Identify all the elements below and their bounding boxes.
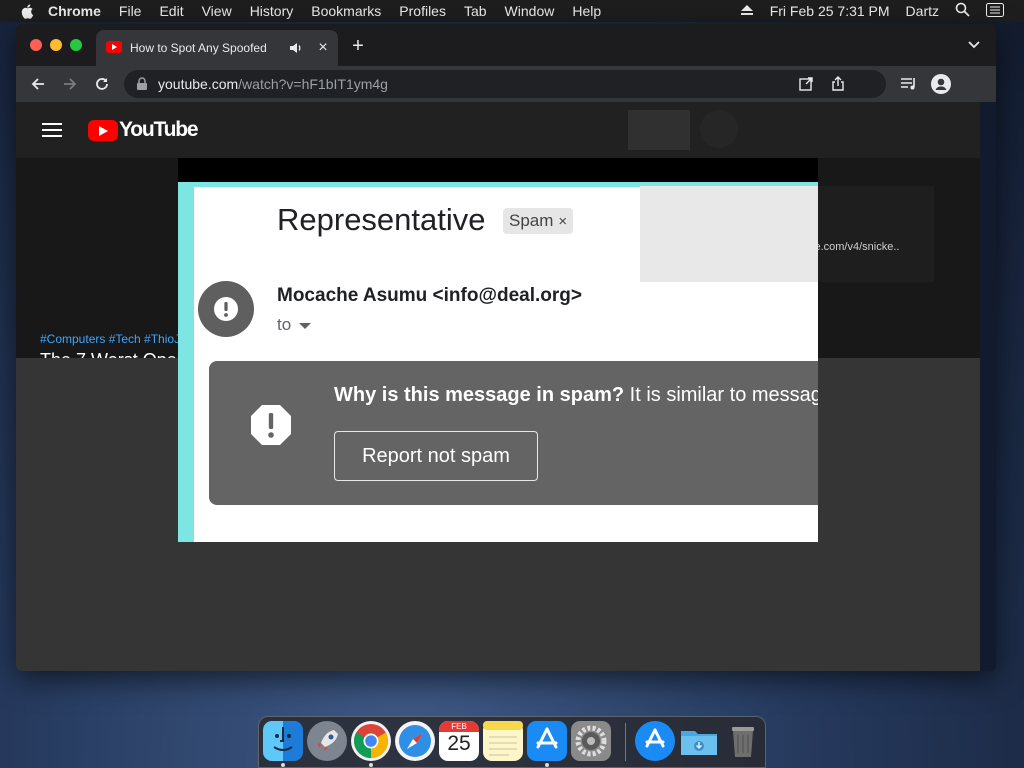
launchpad-rocket-icon[interactable] (307, 721, 347, 761)
window-close-button[interactable] (30, 39, 42, 51)
close-tab-icon[interactable]: × (313, 38, 333, 58)
email-subject: Representative (277, 202, 486, 237)
menu-bookmarks[interactable]: Bookmarks (311, 3, 381, 19)
dock: FEB 25 (258, 716, 766, 768)
url-path: /watch?v=hF1bIT1ym4g (238, 76, 388, 92)
spotlight-search-icon[interactable] (955, 2, 970, 20)
open-in-new-icon[interactable] (798, 76, 814, 92)
chrome-running-indicator (369, 763, 373, 767)
youtube-header: YouTube (16, 102, 980, 158)
system-preferences-gear-icon[interactable] (571, 721, 611, 761)
menu-window[interactable]: Window (505, 3, 555, 19)
dock-separator (625, 723, 626, 761)
new-tab-button[interactable]: + (346, 34, 370, 58)
menu-edit[interactable]: Edit (159, 3, 183, 19)
browser-toolbar: youtube.com/watch?v=hF1bIT1ym4g (16, 66, 996, 102)
finder-running-indicator (281, 763, 285, 767)
header-placeholder (628, 110, 690, 150)
eject-icon[interactable] (740, 3, 754, 19)
finder-icon[interactable] (263, 721, 303, 761)
spam-label-text: Spam (509, 211, 554, 230)
to-label: to (277, 315, 292, 334)
share-icon[interactable] (830, 76, 846, 92)
tab-active[interactable]: How to Spot Any Spoofed × (96, 30, 338, 66)
menu-tab[interactable]: Tab (464, 3, 487, 19)
video-hashtags[interactable]: #Computers #Tech #ThioJ (40, 332, 180, 346)
notes-icon[interactable] (483, 721, 523, 761)
youtube-wordmark[interactable]: YouTube (119, 118, 199, 142)
window-minimize-button[interactable] (50, 39, 62, 51)
reload-icon[interactable] (91, 73, 113, 95)
profile-avatar-icon[interactable] (930, 73, 952, 95)
youtube-logo-icon[interactable] (88, 120, 118, 141)
youtube-favicon-icon (106, 41, 122, 53)
spam-reason: It is similar to messag (624, 384, 818, 406)
chrome-icon[interactable] (351, 721, 391, 761)
menu-help[interactable]: Help (572, 3, 601, 19)
menu-profiles[interactable]: Profiles (399, 3, 446, 19)
back-arrow-icon[interactable] (27, 73, 49, 95)
media-controls-icon[interactable] (898, 73, 920, 95)
menu-history[interactable]: History (250, 3, 294, 19)
caret-down-icon (299, 322, 312, 329)
report-not-spam-button: Report not spam (334, 431, 538, 481)
spam-question: Why is this message in spam? (334, 384, 625, 406)
hamburger-menu-icon[interactable] (42, 122, 62, 138)
menu-bar-status: Fri Feb 25 7:31 PM Dartz (740, 2, 1024, 20)
url-text[interactable]: youtube.com/watch?v=hF1bIT1ym4g (158, 76, 388, 92)
spam-explanation: Why is this message in spam? It is simil… (334, 384, 818, 407)
video-thumbnail-overlay (640, 186, 818, 282)
avatar-placeholder (700, 110, 738, 148)
spam-warning-banner: Why is this message in spam? It is simil… (209, 361, 818, 505)
tab-strip: How to Spot Any Spoofed × + (16, 24, 996, 66)
apple-icon[interactable] (20, 3, 36, 19)
forward-arrow-icon[interactable] (59, 73, 81, 95)
trash-icon[interactable] (723, 721, 763, 761)
desktop-edge (980, 102, 996, 671)
warning-icon (214, 297, 238, 321)
app-store-folder-icon[interactable] (635, 721, 675, 761)
video-frame-gmail: Representative Spam × Mocache Asumu <info… (178, 182, 818, 542)
user-name[interactable]: Dartz (906, 3, 939, 19)
app-store-running-indicator (545, 763, 549, 767)
alert-octagon-icon (249, 403, 293, 447)
window-zoom-button[interactable] (70, 39, 82, 51)
gmail-side-strip (178, 182, 194, 542)
sender-avatar (198, 281, 254, 337)
lock-icon[interactable] (136, 77, 148, 91)
control-center-icon[interactable] (986, 2, 1004, 20)
url-host: youtube.com (158, 76, 239, 92)
calendar-day: 25 (447, 732, 471, 755)
app-store-icon[interactable] (527, 721, 567, 761)
menu-file[interactable]: File (119, 3, 142, 19)
spam-label-chip: Spam × (503, 208, 574, 234)
calendar-icon[interactable]: FEB 25 (439, 721, 479, 761)
menu-bar: Chrome File Edit View History Bookmarks … (0, 0, 1024, 22)
menu-app-name[interactable]: Chrome (48, 3, 101, 19)
chip-close-icon: × (558, 213, 568, 230)
safari-compass-icon[interactable] (395, 721, 435, 761)
tab-title: How to Spot Any Spoofed (130, 41, 267, 55)
clock[interactable]: Fri Feb 25 7:31 PM (770, 3, 890, 19)
calendar-month: FEB (439, 721, 479, 732)
downloads-folder-icon[interactable] (679, 721, 719, 761)
address-bar[interactable]: youtube.com/watch?v=hF1bIT1ym4g (124, 70, 886, 98)
menu-view[interactable]: View (202, 3, 232, 19)
audio-playing-icon[interactable] (288, 40, 304, 56)
video-player[interactable]: Representative Spam × Mocache Asumu <info… (178, 158, 818, 542)
email-sender: Mocache Asumu <info@deal.org> (277, 285, 582, 306)
email-recipient: to (277, 315, 312, 335)
tab-search-chevron-down-icon[interactable] (966, 38, 982, 52)
